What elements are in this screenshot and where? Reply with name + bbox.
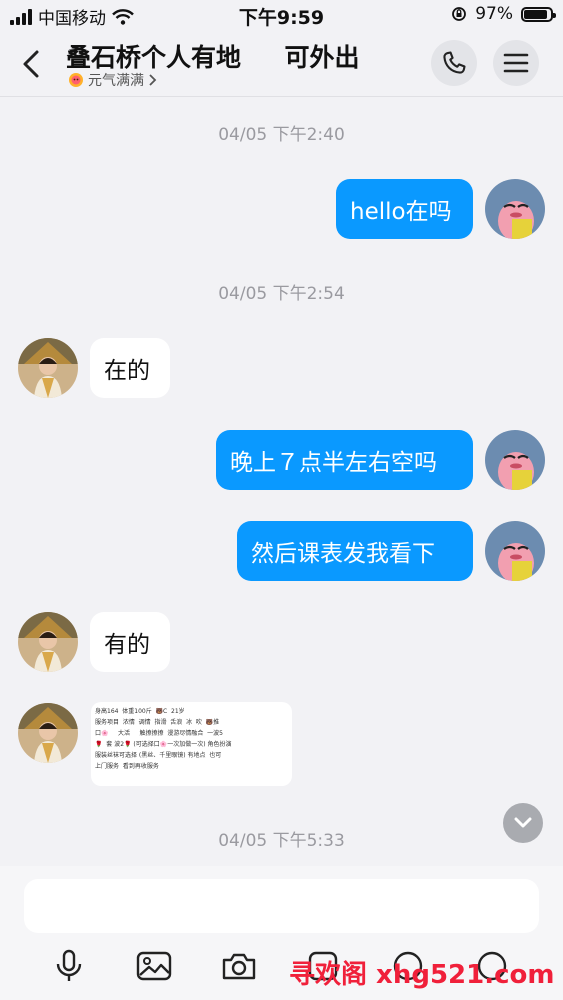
menu-button[interactable] xyxy=(493,40,539,86)
chat-title[interactable]: 叠石桥个人有地 可外出 xyxy=(66,38,360,74)
message-bubble-incoming[interactable]: 有的 xyxy=(90,612,170,672)
image-message[interactable]: 身高164 体重100斤 🐻C 21岁 服务项目 浓情 调情 指滑 舌浪 冰 吹… xyxy=(91,702,292,786)
chevron-down-icon xyxy=(514,817,532,828)
status-link[interactable]: 元气满满 xyxy=(68,70,158,90)
timestamp: 04/05 下午5:33 xyxy=(218,831,345,851)
chevron-left-icon xyxy=(23,50,39,78)
message-bubble-outgoing[interactable]: hello在吗 xyxy=(336,179,473,239)
message-bubble-outgoing[interactable]: 晚上７点半左右空吗 xyxy=(216,430,473,490)
camera-icon xyxy=(222,953,256,980)
battery-icon xyxy=(521,6,556,22)
image-message-text: 身高164 体重100斤 🐻C 21岁 服务项目 浓情 调情 指滑 舌浪 冰 吹… xyxy=(95,708,232,770)
microphone-icon xyxy=(56,949,82,981)
chat-header: 叠石桥个人有地 可外出 元气满满 xyxy=(0,34,563,97)
battery-percent: 97% xyxy=(475,4,513,24)
watermark: 寻欢阁 xhg521.com xyxy=(289,960,555,990)
photo-button[interactable] xyxy=(134,948,174,984)
chevron-right-icon xyxy=(149,74,157,86)
hamburger-menu-icon xyxy=(503,53,529,73)
avatar[interactable] xyxy=(485,430,545,490)
message-bubble-incoming[interactable]: 在的 xyxy=(90,338,170,398)
avatar[interactable] xyxy=(18,612,78,672)
orientation-lock-icon xyxy=(452,7,467,21)
avatar[interactable] xyxy=(485,521,545,581)
camera-button[interactable] xyxy=(219,948,259,984)
timestamp: 04/05 下午2:40 xyxy=(218,125,345,145)
cellular-signal-icon xyxy=(10,8,32,25)
phone-icon xyxy=(443,51,466,74)
input-bar: 寻欢阁 xhg521.com xyxy=(0,866,563,1000)
carrier-label: 中国移动 xyxy=(38,9,106,29)
voice-button[interactable] xyxy=(49,948,89,984)
avatar[interactable] xyxy=(18,338,78,398)
call-button[interactable] xyxy=(431,40,477,86)
wifi-icon xyxy=(112,8,134,25)
timestamp: 04/05 下午2:54 xyxy=(218,284,345,304)
status-emoji-icon xyxy=(69,73,83,87)
image-icon xyxy=(136,951,172,981)
avatar[interactable] xyxy=(18,703,78,763)
message-input[interactable] xyxy=(24,879,539,933)
message-bubble-outgoing[interactable]: 然后课表发我看下 xyxy=(237,521,473,581)
status-bar: 中国移动 下午9:59 97% xyxy=(0,0,563,34)
back-button[interactable] xyxy=(14,46,50,82)
avatar[interactable] xyxy=(485,179,545,239)
scroll-to-bottom-button[interactable] xyxy=(503,803,543,843)
status-text: 元气满满 xyxy=(88,73,144,89)
